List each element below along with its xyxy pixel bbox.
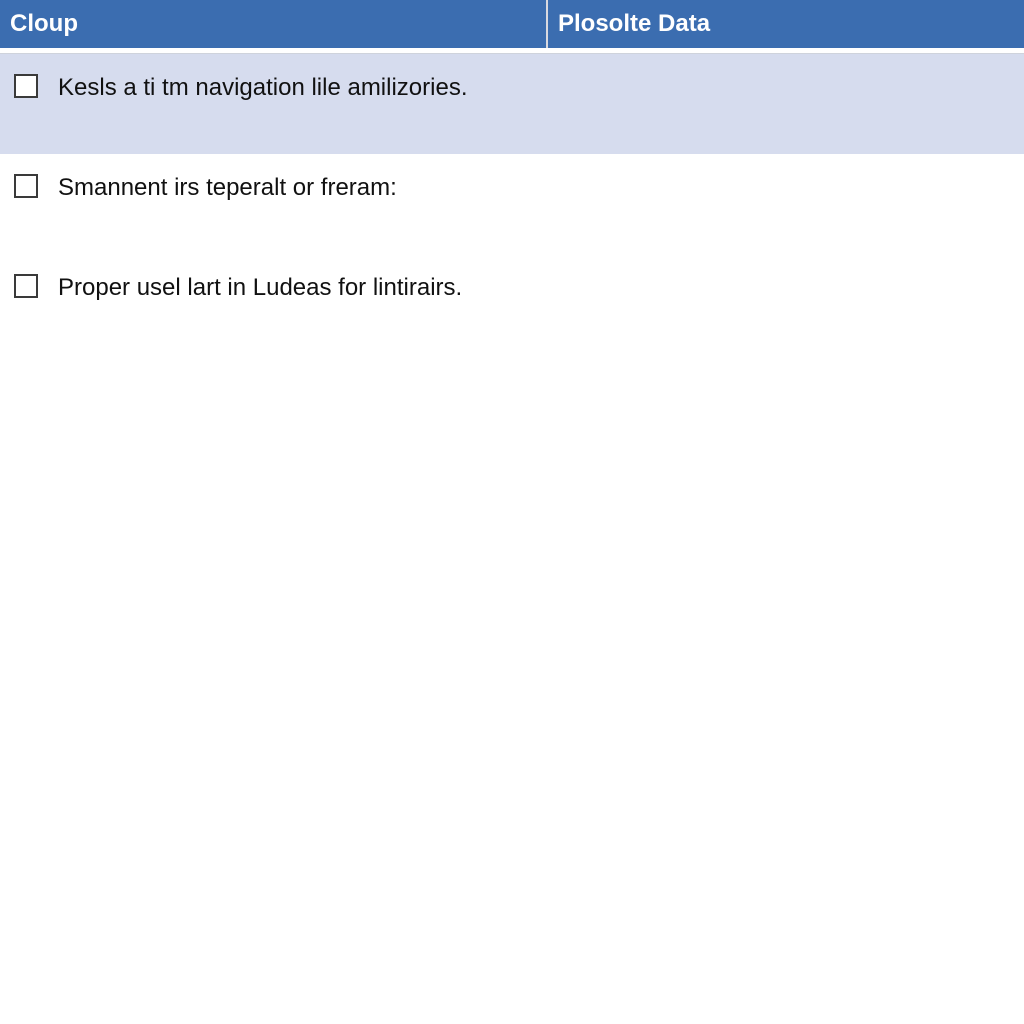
row-text: Kesls a ti tm navigation lile amilizorie… bbox=[58, 72, 468, 103]
table-row[interactable]: Kesls a ti tm navigation lile amilizorie… bbox=[0, 54, 1024, 154]
table-row[interactable]: Proper usel lart in Ludeas for lintirair… bbox=[0, 254, 1024, 354]
row-checkbox[interactable] bbox=[14, 274, 38, 298]
table-row[interactable]: Smannent irs teperalt or freram: bbox=[0, 154, 1024, 254]
table-header: Cloup Plosolte Data bbox=[0, 0, 1024, 48]
row-checkbox[interactable] bbox=[14, 174, 38, 198]
list-area: Kesls a ti tm navigation lile amilizorie… bbox=[0, 54, 1024, 354]
row-text: Smannent irs teperalt or freram: bbox=[58, 172, 397, 203]
header-col-cloup[interactable]: Cloup bbox=[0, 0, 548, 48]
header-col-label: Plosolte Data bbox=[558, 10, 710, 38]
row-checkbox[interactable] bbox=[14, 74, 38, 98]
header-col-plosolte-data[interactable]: Plosolte Data bbox=[548, 0, 1024, 48]
row-text: Proper usel lart in Ludeas for lintirair… bbox=[58, 272, 462, 303]
header-col-label: Cloup bbox=[10, 10, 78, 38]
